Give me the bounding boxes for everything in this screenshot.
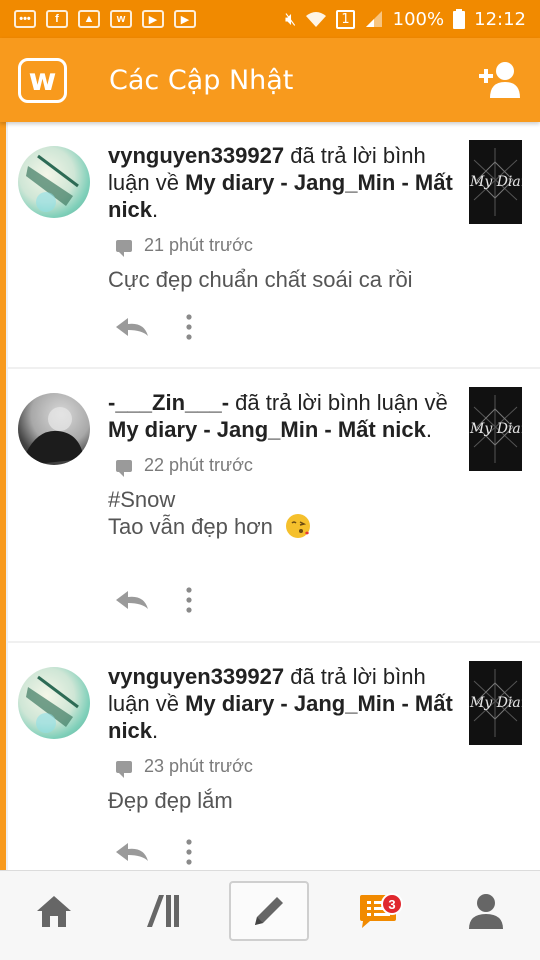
wifi-icon <box>306 12 327 27</box>
comment-text: #Snow Tao vẫn đẹp hơn <box>108 486 453 540</box>
nav-library[interactable] <box>123 881 203 941</box>
notification-badge: 3 <box>381 893 403 915</box>
username-link[interactable]: vynguyen339927 <box>108 664 284 689</box>
more-options-icon[interactable] <box>186 839 192 865</box>
avatar[interactable] <box>18 146 90 218</box>
app-bar: w Các Cập Nhật <box>0 38 540 122</box>
youtube-icon-2: ▶ <box>174 10 196 28</box>
comment-icon <box>116 760 132 778</box>
timestamp: 21 phút trước <box>144 235 253 255</box>
profile-icon <box>469 894 503 929</box>
username-link[interactable]: -___Zin___- <box>108 390 229 415</box>
gallery-icon: ▲ <box>78 10 100 28</box>
mute-icon: 🔇︎ <box>285 8 297 30</box>
action-text: đã trả lời bình luận về <box>229 390 448 415</box>
update-headline: vynguyen339927 đã trả lời bình luận về M… <box>108 142 453 223</box>
reply-icon[interactable] <box>114 316 150 338</box>
reply-icon[interactable] <box>114 589 150 611</box>
signal-icon <box>365 11 382 27</box>
wattpad-icon: w <box>110 10 132 28</box>
comment-text: Đẹp đẹp lắm <box>108 787 453 814</box>
story-cover[interactable]: My Diary <box>469 661 522 745</box>
more-options-icon[interactable] <box>186 587 192 613</box>
unread-indicator <box>0 122 6 870</box>
comment-icon <box>116 239 132 257</box>
comment-text: Cực đẹp chuẩn chất soái ca rồi <box>108 266 453 293</box>
feed-item[interactable]: vynguyen339927 đã trả lời bình luận về M… <box>8 122 540 367</box>
comment-line: Đẹp đẹp lắm <box>108 788 233 813</box>
timestamp: 22 phút trước <box>144 455 253 475</box>
home-icon <box>37 896 71 927</box>
period: . <box>425 417 432 442</box>
period: . <box>152 718 159 743</box>
reply-icon[interactable] <box>114 841 150 863</box>
story-link[interactable]: My diary - Jang_Min - Mất nick <box>108 417 426 442</box>
sim-slot-icon: 1 <box>336 9 355 29</box>
update-headline: vynguyen339927 đã trả lời bình luận về M… <box>108 663 453 744</box>
nav-profile[interactable] <box>446 881 526 941</box>
story-cover-title: My Diary <box>470 695 522 711</box>
avatar[interactable] <box>18 393 90 465</box>
timestamp: 23 phút trước <box>144 756 253 776</box>
library-icon <box>147 895 179 927</box>
period: . <box>152 197 159 222</box>
update-headline: -___Zin___- đã trả lời bình luận về My d… <box>108 389 453 443</box>
comment-line: Cực đẹp chuẩn chất soái ca rồi <box>108 267 413 292</box>
notification-icons: ••• f ▲ w ▶ ▶ <box>14 10 196 28</box>
add-user-icon <box>479 62 520 98</box>
more-options-icon[interactable] <box>186 314 192 340</box>
story-cover-title: My Diary <box>470 174 522 190</box>
username-link[interactable]: vynguyen339927 <box>108 143 284 168</box>
avatar[interactable] <box>18 667 90 739</box>
comment-line: Tao vẫn đẹp hơn <box>108 514 273 539</box>
comment-icon <box>116 459 132 477</box>
wattpad-logo[interactable]: w <box>18 57 67 103</box>
write-icon <box>255 897 283 925</box>
story-cover[interactable]: My Diary <box>469 140 522 224</box>
story-cover[interactable]: My Diary <box>469 387 522 471</box>
kiss-emoji-icon <box>286 514 311 538</box>
nav-home[interactable] <box>14 881 94 941</box>
feed-item[interactable]: -___Zin___- đã trả lời bình luận về My d… <box>8 369 540 641</box>
battery-icon <box>453 9 466 29</box>
feed-item[interactable]: vynguyen339927 đã trả lời bình luận về M… <box>8 643 540 870</box>
nav-updates[interactable]: 3 <box>338 881 418 941</box>
page-title: Các Cập Nhật <box>109 64 294 96</box>
messenger-icon: ••• <box>14 10 36 28</box>
nav-write[interactable] <box>229 881 309 941</box>
facebook-icon: f <box>46 10 68 28</box>
updates-feed[interactable]: vynguyen339927 đã trả lời bình luận về M… <box>0 122 540 870</box>
add-user-button[interactable] <box>478 60 522 100</box>
comment-line: #Snow <box>108 487 176 512</box>
story-cover-title: My Diary <box>470 421 522 437</box>
youtube-icon: ▶ <box>142 10 164 28</box>
clock: 12:12 <box>474 8 526 30</box>
bottom-navigation: 3 <box>0 870 540 960</box>
battery-level: 100% <box>392 8 445 30</box>
status-bar: ••• f ▲ w ▶ ▶ 🔇︎ 1 100% 12:12 <box>0 0 540 38</box>
